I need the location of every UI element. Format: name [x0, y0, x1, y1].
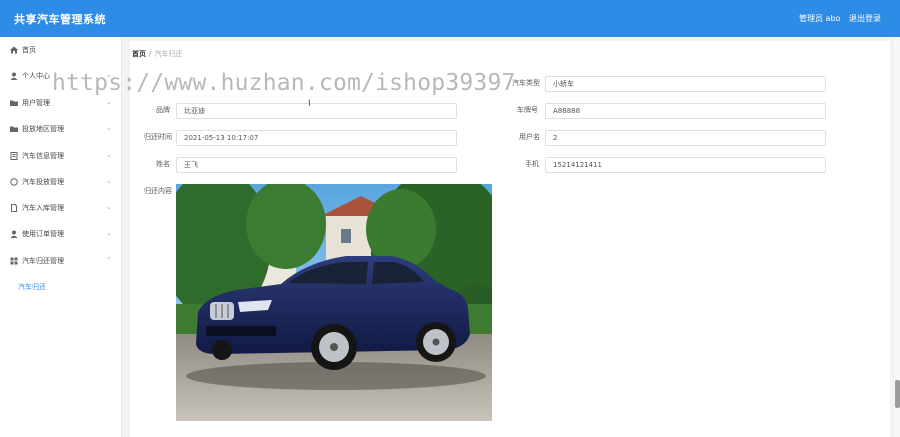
sidebar-item-label: 个人中心: [22, 72, 50, 80]
sidebar-item-label: 首页: [22, 46, 36, 54]
sidebar-item-car-deploy[interactable]: 汽车投放管理 ⌄: [0, 172, 122, 192]
chevron-down-icon: ⌄: [106, 203, 112, 211]
breadcrumb-current: 汽车归还: [154, 50, 183, 58]
chevron-down-icon: ⌄: [106, 229, 112, 237]
username-field[interactable]: 2: [545, 130, 826, 146]
sidebar: 首页 个人中心 ⌄ 用户管理 ⌄ 投放地区管理 ⌄ 汽车信息管理 ⌄ 汽车投放管…: [0, 37, 122, 437]
return-time-label: 归还时间: [144, 133, 172, 141]
sidebar-item-label: 使用订单管理: [22, 230, 64, 238]
car-photo: [176, 184, 492, 421]
sidebar-item-regions[interactable]: 投放地区管理 ⌄: [0, 119, 122, 139]
brand-field[interactable]: 比亚迪: [176, 103, 457, 119]
scrollbar-track[interactable]: [894, 37, 900, 437]
sidebar-subitem-label: 汽车归还: [18, 283, 46, 291]
circle-icon: [10, 178, 18, 186]
grid-icon: [10, 257, 18, 265]
name-label: 姓名: [156, 160, 170, 168]
phone-label: 手机: [525, 160, 539, 168]
plate-label: 车牌号: [517, 106, 538, 114]
folder-icon: [10, 125, 18, 133]
car-type-field[interactable]: 小轿车: [545, 76, 826, 92]
return-time-field[interactable]: 2021-05-13 10:17:07: [176, 130, 457, 146]
sidebar-item-label: 汽车信息管理: [22, 152, 64, 160]
sidebar-item-label: 汽车归还管理: [22, 257, 64, 265]
scrollbar-thumb[interactable]: [895, 380, 900, 408]
username-label: 用户名: [519, 133, 540, 141]
brand-label: 品牌: [156, 106, 170, 114]
text-cursor-icon: I: [308, 99, 311, 109]
sidebar-item-car-info[interactable]: 汽车信息管理 ⌄: [0, 146, 122, 166]
plate-field[interactable]: A88888: [545, 103, 826, 119]
admin-user-label[interactable]: 管理员 abo: [799, 13, 840, 24]
list-icon: [10, 152, 18, 160]
breadcrumb: 首页 / 汽车归还: [132, 49, 182, 59]
sidebar-item-home[interactable]: 首页: [0, 40, 122, 60]
sidebar-item-car-return[interactable]: 汽车归还管理 ⌃: [0, 251, 122, 271]
sidebar-item-label: 投放地区管理: [22, 125, 64, 133]
car-type-label: 汽车类型: [512, 79, 540, 87]
chevron-up-icon: ⌃: [106, 256, 112, 264]
sidebar-item-label: 汽车投放管理: [22, 178, 64, 186]
top-header: 共享汽车管理系统 管理员 abo 退出登录: [0, 0, 900, 37]
person-icon: [10, 230, 18, 238]
chevron-down-icon: ⌄: [106, 124, 112, 132]
app-title: 共享汽车管理系统: [14, 13, 106, 26]
user-icon: [10, 72, 18, 80]
sidebar-item-label: 用户管理: [22, 99, 50, 107]
sidebar-item-label: 汽车入库管理: [22, 204, 64, 212]
chevron-down-icon: ⌄: [106, 151, 112, 159]
chevron-down-icon: ⌄: [106, 177, 112, 185]
home-icon: [10, 46, 18, 54]
sidebar-item-orders[interactable]: 使用订单管理 ⌄: [0, 224, 122, 244]
folder-icon: [10, 99, 18, 107]
watermark-text: https://www.huzhan.com/ishop39397: [52, 70, 516, 96]
document-icon: [10, 204, 18, 212]
breadcrumb-separator: /: [149, 50, 152, 58]
return-content-label: 归还内容: [144, 187, 172, 195]
logout-button[interactable]: 退出登录: [849, 13, 881, 24]
phone-field[interactable]: 15214121411: [545, 157, 826, 173]
chevron-down-icon: ⌄: [106, 98, 112, 106]
sidebar-item-users[interactable]: 用户管理 ⌄: [0, 93, 122, 113]
breadcrumb-home[interactable]: 首页: [132, 50, 146, 58]
sidebar-item-car-stock[interactable]: 汽车入库管理 ⌄: [0, 198, 122, 218]
sidebar-subitem-car-return[interactable]: 汽车归还: [0, 277, 122, 295]
name-field[interactable]: 王飞: [176, 157, 457, 173]
